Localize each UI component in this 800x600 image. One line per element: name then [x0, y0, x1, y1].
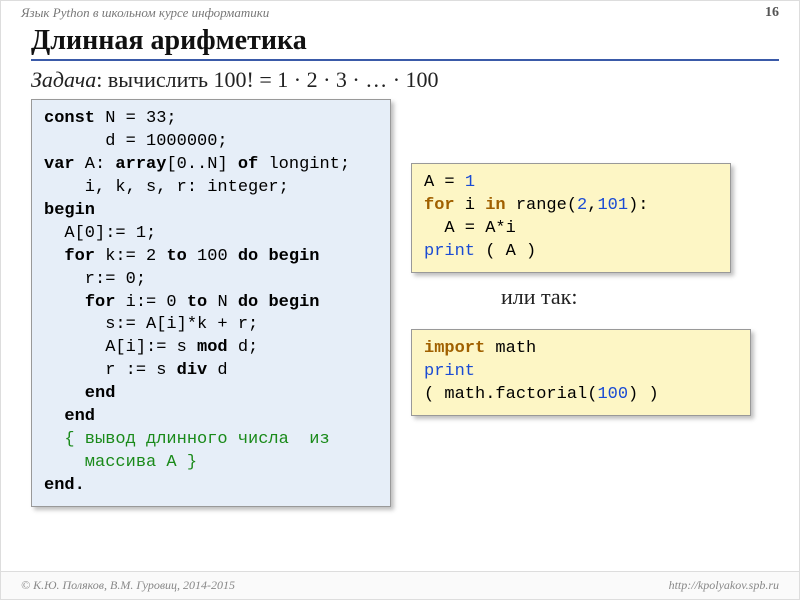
pascal-comment: { вывод длинного числа из массива A } — [44, 430, 330, 472]
header-bar: Язык Python в школьном курсе информатики… — [1, 1, 799, 23]
pascal-code: const N = 33; d = 1000000; var A: array[… — [31, 99, 391, 507]
python-code-loop: A = 1 for i in range(2,101): A = A*i pri… — [411, 163, 731, 273]
task-label: Задача — [31, 67, 96, 92]
or-label: или так: — [501, 284, 577, 310]
slide-title: Длинная арифметика — [31, 25, 779, 61]
python-code-math: import math print ( math.factorial(100) … — [411, 329, 751, 416]
slide: Язык Python в школьном курсе информатики… — [0, 0, 800, 600]
kw-var: var — [44, 155, 75, 174]
task-text: : вычислить 100! = 1 · 2 · 3 · … · 100 — [96, 67, 438, 92]
page-number: 16 — [765, 5, 779, 21]
task-line: Задача: вычислить 100! = 1 · 2 · 3 · … ·… — [31, 67, 779, 93]
content-area: const N = 33; d = 1000000; var A: array[… — [31, 99, 779, 519]
kw-const: const — [44, 109, 95, 128]
footer-copyright: © К.Ю. Поляков, В.М. Гуровиц, 2014-2015 — [21, 578, 235, 593]
course-title: Язык Python в школьном курсе информатики — [21, 5, 269, 21]
footer-url: http://kpolyakov.spb.ru — [669, 578, 779, 593]
kw-end: end. — [44, 476, 85, 495]
kw-begin: begin — [44, 201, 95, 220]
footer-bar: © К.Ю. Поляков, В.М. Гуровиц, 2014-2015 … — [1, 571, 799, 599]
